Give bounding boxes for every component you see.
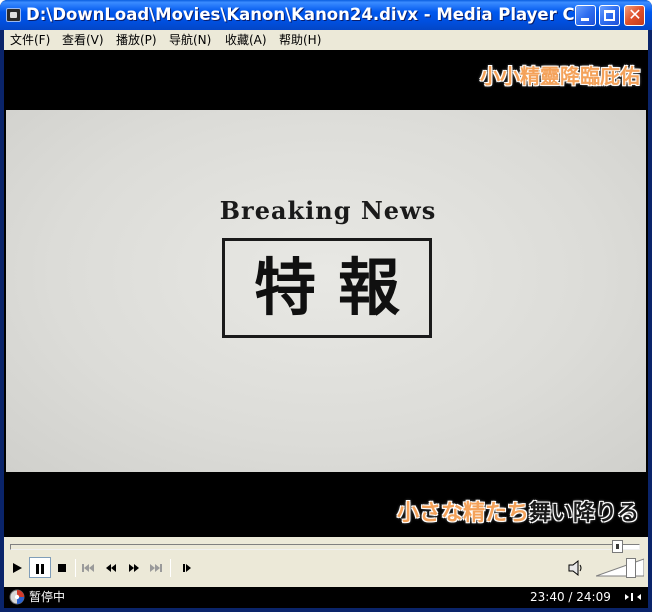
rewind-icon bbox=[106, 564, 116, 572]
volume-slider[interactable] bbox=[596, 557, 644, 579]
media-player-window: D:\DownLoad\Movies\Kanon\Kanon24.divx - … bbox=[0, 0, 652, 612]
skip-forward-button[interactable] bbox=[145, 557, 167, 578]
stop-icon bbox=[58, 564, 66, 572]
app-icon[interactable] bbox=[6, 8, 21, 22]
play-icon bbox=[13, 563, 22, 573]
stop-button[interactable] bbox=[51, 557, 73, 578]
control-bar bbox=[4, 537, 648, 587]
skip-back-icon bbox=[82, 564, 94, 572]
minimize-icon bbox=[581, 18, 589, 21]
chapter-menu-button[interactable] bbox=[623, 589, 643, 605]
seek-thumb[interactable] bbox=[612, 540, 623, 553]
time-display: 23:40 / 24:09 bbox=[530, 590, 611, 604]
skip-back-button[interactable] bbox=[77, 557, 99, 578]
skip-forward-icon bbox=[150, 564, 162, 572]
toolbar-separator bbox=[75, 559, 76, 577]
menu-favorites[interactable]: 收藏(A) bbox=[225, 32, 267, 48]
volume-thumb[interactable] bbox=[626, 558, 636, 578]
speaker-icon[interactable] bbox=[567, 559, 585, 577]
subtitle-top: 小小精靈降臨庇佑 bbox=[480, 64, 640, 88]
status-bar: 暂停中 23:40 / 24:09 bbox=[4, 587, 648, 608]
close-button[interactable]: ✕ bbox=[624, 5, 645, 26]
frame-step-button[interactable] bbox=[176, 557, 198, 578]
minimize-button[interactable] bbox=[575, 5, 596, 26]
rewind-button[interactable] bbox=[100, 557, 122, 578]
seek-bar[interactable] bbox=[10, 544, 640, 550]
frame-step-icon bbox=[183, 564, 191, 572]
toolbar-separator bbox=[170, 559, 171, 577]
pause-icon bbox=[36, 564, 44, 574]
fast-forward-icon bbox=[129, 564, 139, 572]
title-bar[interactable]: D:\DownLoad\Movies\Kanon\Kanon24.divx - … bbox=[0, 0, 652, 30]
subtitle-bottom-rest: 舞い降りる bbox=[528, 501, 639, 526]
seek-fill bbox=[11, 545, 621, 549]
fast-forward-button[interactable] bbox=[123, 557, 145, 578]
menu-help[interactable]: 帮助(H) bbox=[279, 32, 321, 48]
frame-box: 特報 bbox=[222, 238, 432, 338]
maximize-button[interactable] bbox=[599, 5, 620, 26]
subtitle-bottom-highlight: 小さな精たち bbox=[396, 501, 529, 526]
frame-box-text: 特報 bbox=[253, 251, 422, 324]
menu-bar: 文件(F) 查看(V) 播放(P) 导航(N) 收藏(A) 帮助(H) bbox=[4, 30, 648, 50]
menu-file[interactable]: 文件(F) bbox=[10, 32, 50, 48]
maximize-icon bbox=[604, 10, 615, 21]
menu-view[interactable]: 查看(V) bbox=[62, 32, 104, 48]
pause-button[interactable] bbox=[29, 557, 51, 578]
menu-navigate[interactable]: 导航(N) bbox=[169, 32, 211, 48]
menu-play[interactable]: 播放(P) bbox=[116, 32, 157, 48]
chapter-icon bbox=[625, 593, 641, 601]
close-icon: ✕ bbox=[628, 5, 642, 24]
video-area[interactable]: Breaking News 特報 小小精靈降臨庇佑 小さな精たち舞い降りる bbox=[4, 50, 648, 537]
play-button[interactable] bbox=[6, 557, 28, 578]
frame-heading: Breaking News bbox=[219, 196, 437, 225]
window-title: D:\DownLoad\Movies\Kanon\Kanon24.divx - … bbox=[26, 5, 574, 24]
subtitle-bottom: 小さな精たち舞い降りる bbox=[397, 498, 639, 530]
pause-state-icon bbox=[9, 589, 25, 605]
playback-state: 暂停中 bbox=[29, 590, 66, 604]
